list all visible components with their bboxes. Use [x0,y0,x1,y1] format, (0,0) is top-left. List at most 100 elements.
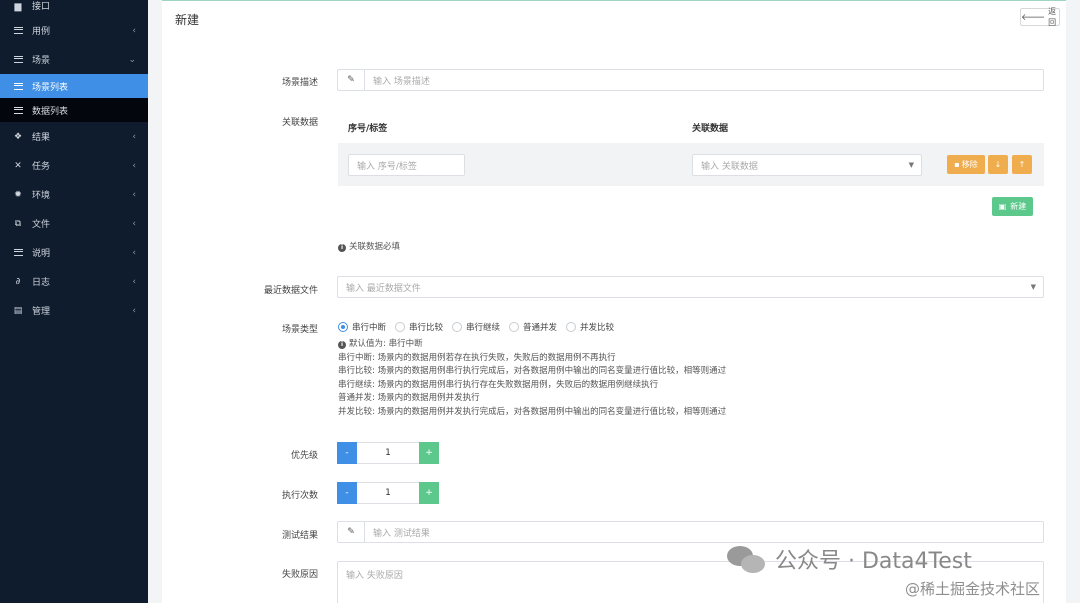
tasks-icon: ✕ [14,160,22,171]
default-note-text: 默认值为: 串行中断 [349,339,423,349]
add-assoc-button[interactable]: ▣ 新建 [992,197,1033,216]
scene-type-desc-4: 并发比较: 场景内的数据用例并发执行完成后，对各数据用例中输出的同名变量进行值比… [338,406,727,417]
back-button[interactable]: 🡐 返回 [1020,7,1060,27]
sidebar-item-label: 文件 [32,220,51,230]
list-icon [12,56,24,63]
sidebar-item-label: 接口 [32,2,51,12]
radio-label: 串行继续 [466,323,501,333]
seq-tag-input[interactable]: 输入 序号/标签 [348,154,465,176]
list-icon [12,249,24,256]
radio-label: 串行中断 [352,323,387,333]
site-watermark: @稀土掘金技术社区 [905,580,1041,598]
scene-type-default: i 默认值为: 串行中断 [338,338,726,352]
sidebar-item-label: 结果 [32,133,51,143]
copy-icon: ⧉ [14,218,22,229]
assoc-data-placeholder: 输入 关联数据 [701,161,758,172]
test-result-label: 测试结果 [281,531,318,541]
sidebar-item-label: 任务 [32,162,51,172]
chevron-down-icon: ⌄ [128,54,136,65]
watermark: 公众号 · Data4Test [727,543,972,575]
scene-type-radio-4[interactable]: 并发比较 [566,321,614,333]
scene-desc-placeholder: 输入 场景描述 [373,76,430,87]
priority-label: 优先级 [290,451,318,461]
assoc-required-text: 关联数据必填 [349,242,401,252]
sidebar-item-label: 环境 [32,191,51,201]
radio-dot [509,322,519,332]
chevron-left-icon: ‹ [132,276,136,287]
sidebar-item-label: 管理 [32,307,51,317]
recent-file-select[interactable]: 输入 最近数据文件 ▼ [337,276,1044,298]
sidebar-item-scenes[interactable]: 场景 ⌄ [0,45,148,74]
chevron-left-icon: ‹ [132,160,136,171]
back-button-label: 返回 [1048,7,1057,27]
priority-stepper: - 1 + [337,442,439,464]
scene-type-label: 场景类型 [281,325,318,335]
priority-decrement-button[interactable]: - [337,442,357,464]
caret-down-icon: ▼ [908,161,914,169]
paperclip-icon: ∂ [15,276,21,287]
move-up-button[interactable]: ↑ [1012,155,1032,174]
caret-down-icon: ▼ [1030,283,1036,291]
scene-type-desc-2: 串行继续: 场景内的数据用例串行执行存在失败数据用例，失败后的数据用例继续执行 [338,379,659,390]
sidebar-item-tasks[interactable]: ✕ 任务 ‹ [0,151,148,180]
pencil-icon: ✎ [338,70,365,90]
assoc-data-select[interactable]: 输入 关联数据 ▼ [692,154,922,176]
priority-increment-button[interactable]: + [419,442,439,464]
radio-label: 并发比较 [580,323,615,333]
sidebar: ▆ 接口 用例 ‹ 场景 ⌄ 场景列表 数据列表 ❖ 结果 ‹ ✕ 任务 ‹ ✹… [0,0,148,603]
priority-value[interactable]: 1 [357,442,419,464]
sidebar-subitem-label: 数据列表 [32,106,69,117]
add-assoc-button-label: 新建 [1010,202,1027,211]
scene-type-radio-0[interactable]: 串行中断 [338,321,386,333]
exec-count-value[interactable]: 1 [357,482,419,504]
remove-button[interactable]: ▪ 移除 [947,155,985,174]
radio-dot [566,322,576,332]
chevron-left-icon: ‹ [132,247,136,258]
arrow-left-icon: 🡐 [1021,12,1046,23]
scene-type-radio-3[interactable]: 普通并发 [509,321,557,333]
sidebar-item-docs[interactable]: 说明 ‹ [0,238,148,267]
test-result-input[interactable]: ✎ 输入 测试结果 [337,521,1044,543]
scene-type-desc-0: 串行中断: 场景内的数据用例若存在执行失败，失败后的数据用例不再执行 [338,352,616,363]
assoc-data-label: 关联数据 [281,118,318,128]
sidebar-item-logs[interactable]: ∂ 日志 ‹ [0,267,148,296]
sidebar-item-files[interactable]: ⧉ 文件 ‹ [0,209,148,238]
sidebar-subitem-data-list[interactable]: 数据列表 [0,98,148,122]
info-icon: i [338,340,346,349]
arrow-up-icon: ↑ [1018,160,1026,169]
sidebar-item-label: 用例 [32,27,51,37]
scene-desc-label: 场景描述 [281,78,318,88]
scene-type-radio-2[interactable]: 串行继续 [452,321,500,333]
sidebar-item-cases[interactable]: 用例 ‹ [0,16,148,45]
remove-button-label: 移除 [961,160,978,169]
sidebar-item-admin[interactable]: ▤ 管理 ‹ [0,296,148,325]
recent-file-placeholder: 输入 最近数据文件 [346,283,421,294]
chevron-left-icon: ‹ [132,131,136,142]
assoc-col-data: 关联数据 [692,124,729,134]
card-icon: ▤ [13,305,23,316]
move-down-button[interactable]: ↓ [988,155,1008,174]
scene-type-help: i 默认值为: 串行中断 串行中断: 场景内的数据用例若存在执行失败，失败后的数据… [338,338,726,420]
exec-count-stepper: - 1 + [337,482,439,504]
sidebar-item-results[interactable]: ❖ 结果 ‹ [0,122,148,151]
api-icon: ▆ [14,2,22,12]
trash-icon: ▪ [954,160,960,169]
radio-label: 普通并发 [523,323,558,333]
radio-label: 串行比较 [409,323,444,333]
sidebar-subitem-scene-list[interactable]: 场景列表 [0,74,148,98]
chevron-left-icon: ‹ [132,189,136,200]
exec-count-decrement-button[interactable]: - [337,482,357,504]
seq-tag-placeholder: 输入 序号/标签 [357,161,417,172]
form-panel: 新建 🡐 返回 场景描述 ✎ 输入 场景描述 关联数据 序号/标签 关联数据 输… [162,0,1066,603]
test-result-placeholder: 输入 测试结果 [373,528,430,539]
scene-desc-input[interactable]: ✎ 输入 场景描述 [337,69,1044,91]
recent-file-label: 最近数据文件 [263,286,318,296]
sidebar-item-api[interactable]: ▆ 接口 [0,0,148,12]
assoc-required-note: i 关联数据必填 [338,240,400,252]
chevron-left-icon: ‹ [132,25,136,36]
exec-count-increment-button[interactable]: + [419,482,439,504]
sidebar-item-env[interactable]: ✹ 环境 ‹ [0,180,148,209]
sidebar-item-label: 场景 [32,56,51,66]
scene-type-radio-1[interactable]: 串行比较 [395,321,443,333]
chevron-left-icon: ‹ [132,305,136,316]
